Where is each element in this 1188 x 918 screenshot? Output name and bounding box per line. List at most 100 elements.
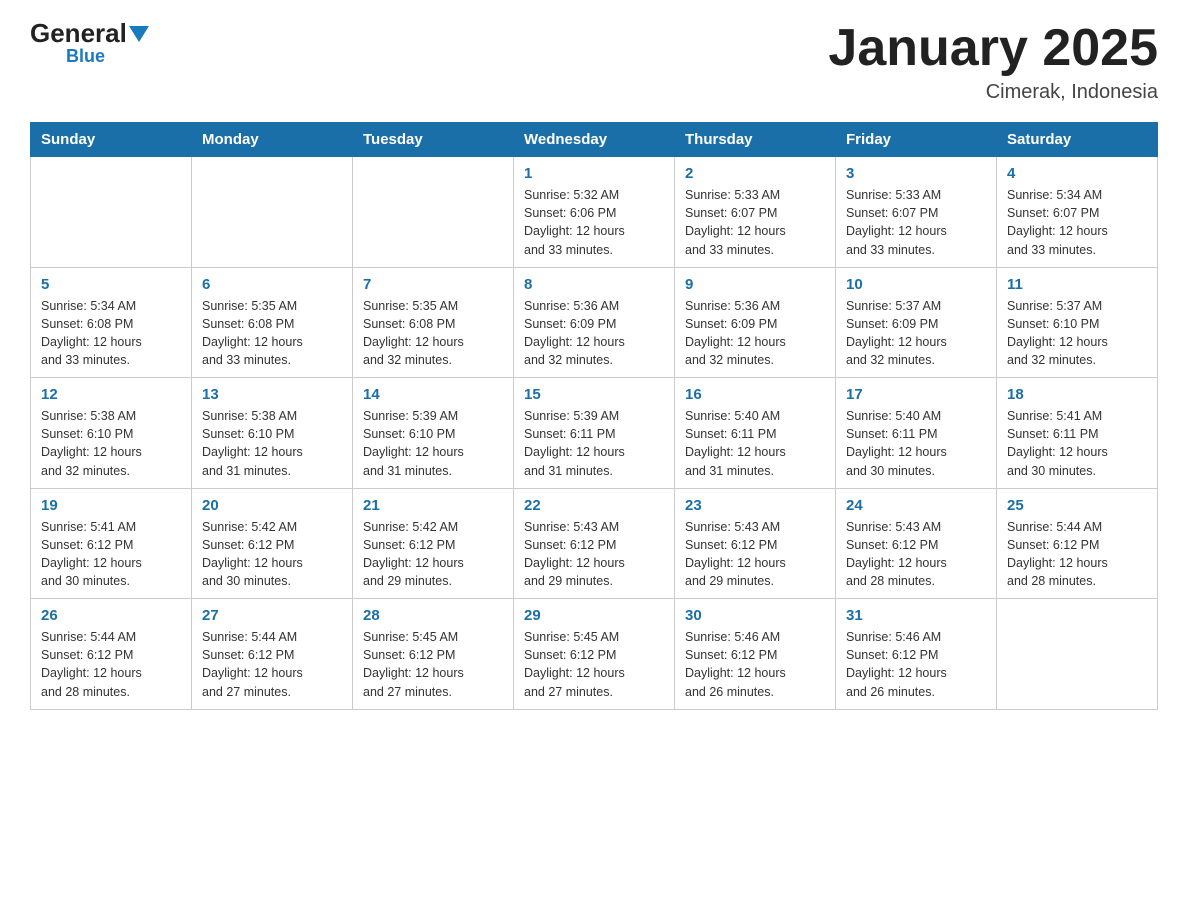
logo: General Blue xyxy=(30,20,149,67)
day-cell: 24 Sunrise: 5:43 AM Sunset: 6:12 PM Dayli… xyxy=(836,488,997,599)
day-number: 10 xyxy=(846,276,986,293)
title-block: January 2025 Cimerak, Indonesia xyxy=(828,20,1158,104)
day-number: 7 xyxy=(363,276,503,293)
day-cell xyxy=(31,157,192,268)
day-info: Sunrise: 5:32 AM Sunset: 6:06 PM Dayligh… xyxy=(524,186,664,259)
day-info: Sunrise: 5:35 AM Sunset: 6:08 PM Dayligh… xyxy=(363,297,503,370)
day-cell: 4Sunrise: 5:34 AM Sunset: 6:07 PM Daylig… xyxy=(997,157,1158,268)
day-info: Sunrise: 5:43 AM Sunset: 6:12 PM Dayligh… xyxy=(524,518,664,591)
day-cell xyxy=(192,157,353,268)
day-info: Sunrise: 5:41 AM Sunset: 6:12 PM Dayligh… xyxy=(41,518,181,591)
day-cell: 29 Sunrise: 5:45 AM Sunset: 6:12 PM Dayli… xyxy=(514,599,675,710)
day-number: 12 xyxy=(41,386,181,403)
day-number: 6 xyxy=(202,276,342,293)
day-info: Sunrise: 5:40 AM Sunset: 6:11 PM Dayligh… xyxy=(846,407,986,480)
week-row-4: 19 Sunrise: 5:41 AM Sunset: 6:12 PM Dayli… xyxy=(31,488,1158,599)
day-number: 20 xyxy=(202,497,342,514)
day-info: Sunrise: 5:43 AM Sunset: 6:12 PM Dayligh… xyxy=(685,518,825,591)
day-info: Sunrise: 5:33 AM Sunset: 6:07 PM Dayligh… xyxy=(685,186,825,259)
day-cell: 26Sunrise: 5:44 AM Sunset: 6:12 PM Dayli… xyxy=(31,599,192,710)
day-number: 31 xyxy=(846,607,986,624)
day-cell: 20 Sunrise: 5:42 AM Sunset: 6:12 PM Dayli… xyxy=(192,488,353,599)
day-info: Sunrise: 5:37 AM Sunset: 6:10 PM Dayligh… xyxy=(1007,297,1147,370)
day-info: Sunrise: 5:35 AM Sunset: 6:08 PM Dayligh… xyxy=(202,297,342,370)
day-number: 23 xyxy=(685,497,825,514)
day-number: 30 xyxy=(685,607,825,624)
day-info: Sunrise: 5:44 AM Sunset: 6:12 PM Dayligh… xyxy=(202,628,342,701)
day-number: 19 xyxy=(41,497,181,514)
day-number: 13 xyxy=(202,386,342,403)
day-cell: 27Sunrise: 5:44 AM Sunset: 6:12 PM Dayli… xyxy=(192,599,353,710)
day-cell: 23 Sunrise: 5:43 AM Sunset: 6:12 PM Dayli… xyxy=(675,488,836,599)
logo-blue-text: Blue xyxy=(66,46,105,67)
logo-triangle-icon xyxy=(129,26,149,42)
day-cell: 14Sunrise: 5:39 AM Sunset: 6:10 PM Dayli… xyxy=(353,378,514,489)
day-cell: 1 Sunrise: 5:32 AM Sunset: 6:06 PM Daylig… xyxy=(514,157,675,268)
day-cell: 21Sunrise: 5:42 AM Sunset: 6:12 PM Dayli… xyxy=(353,488,514,599)
day-info: Sunrise: 5:39 AM Sunset: 6:10 PM Dayligh… xyxy=(363,407,503,480)
calendar-table: SundayMondayTuesdayWednesdayThursdayFrid… xyxy=(30,122,1158,710)
week-row-2: 5 Sunrise: 5:34 AM Sunset: 6:08 PM Daylig… xyxy=(31,267,1158,378)
day-cell: 15 Sunrise: 5:39 AM Sunset: 6:11 PM Dayli… xyxy=(514,378,675,489)
day-info: Sunrise: 5:42 AM Sunset: 6:12 PM Dayligh… xyxy=(202,518,342,591)
day-info: Sunrise: 5:36 AM Sunset: 6:09 PM Dayligh… xyxy=(524,297,664,370)
location: Cimerak, Indonesia xyxy=(828,81,1158,104)
header-saturday: Saturday xyxy=(997,123,1158,157)
day-cell: 13Sunrise: 5:38 AM Sunset: 6:10 PM Dayli… xyxy=(192,378,353,489)
day-number: 3 xyxy=(846,165,986,182)
day-info: Sunrise: 5:45 AM Sunset: 6:12 PM Dayligh… xyxy=(363,628,503,701)
month-title: January 2025 xyxy=(828,20,1158,77)
day-cell: 2 Sunrise: 5:33 AM Sunset: 6:07 PM Daylig… xyxy=(675,157,836,268)
day-info: Sunrise: 5:45 AM Sunset: 6:12 PM Dayligh… xyxy=(524,628,664,701)
week-row-1: 1 Sunrise: 5:32 AM Sunset: 6:06 PM Daylig… xyxy=(31,157,1158,268)
day-number: 8 xyxy=(524,276,664,293)
day-cell: 7 Sunrise: 5:35 AM Sunset: 6:08 PM Daylig… xyxy=(353,267,514,378)
day-cell: 16Sunrise: 5:40 AM Sunset: 6:11 PM Dayli… xyxy=(675,378,836,489)
week-row-3: 12 Sunrise: 5:38 AM Sunset: 6:10 PM Dayli… xyxy=(31,378,1158,489)
day-number: 18 xyxy=(1007,386,1147,403)
day-cell: 18 Sunrise: 5:41 AM Sunset: 6:11 PM Dayli… xyxy=(997,378,1158,489)
day-info: Sunrise: 5:43 AM Sunset: 6:12 PM Dayligh… xyxy=(846,518,986,591)
day-cell: 8 Sunrise: 5:36 AM Sunset: 6:09 PM Daylig… xyxy=(514,267,675,378)
day-info: Sunrise: 5:41 AM Sunset: 6:11 PM Dayligh… xyxy=(1007,407,1147,480)
day-number: 25 xyxy=(1007,497,1147,514)
day-number: 2 xyxy=(685,165,825,182)
day-number: 15 xyxy=(524,386,664,403)
day-cell: 10 Sunrise: 5:37 AM Sunset: 6:09 PM Dayli… xyxy=(836,267,997,378)
day-info: Sunrise: 5:37 AM Sunset: 6:09 PM Dayligh… xyxy=(846,297,986,370)
day-number: 24 xyxy=(846,497,986,514)
day-cell: 5 Sunrise: 5:34 AM Sunset: 6:08 PM Daylig… xyxy=(31,267,192,378)
day-number: 17 xyxy=(846,386,986,403)
day-number: 29 xyxy=(524,607,664,624)
header-thursday: Thursday xyxy=(675,123,836,157)
day-cell xyxy=(353,157,514,268)
day-info: Sunrise: 5:34 AM Sunset: 6:08 PM Dayligh… xyxy=(41,297,181,370)
day-info: Sunrise: 5:42 AM Sunset: 6:12 PM Dayligh… xyxy=(363,518,503,591)
header-tuesday: Tuesday xyxy=(353,123,514,157)
day-cell: 19 Sunrise: 5:41 AM Sunset: 6:12 PM Dayli… xyxy=(31,488,192,599)
day-info: Sunrise: 5:46 AM Sunset: 6:12 PM Dayligh… xyxy=(685,628,825,701)
day-cell: 3 Sunrise: 5:33 AM Sunset: 6:07 PM Daylig… xyxy=(836,157,997,268)
logo-general: General xyxy=(30,20,127,46)
day-number: 1 xyxy=(524,165,664,182)
day-info: Sunrise: 5:34 AM Sunset: 6:07 PM Dayligh… xyxy=(1007,186,1147,259)
header-monday: Monday xyxy=(192,123,353,157)
day-cell: 22Sunrise: 5:43 AM Sunset: 6:12 PM Dayli… xyxy=(514,488,675,599)
day-number: 5 xyxy=(41,276,181,293)
day-info: Sunrise: 5:39 AM Sunset: 6:11 PM Dayligh… xyxy=(524,407,664,480)
day-cell xyxy=(997,599,1158,710)
header-row: SundayMondayTuesdayWednesdayThursdayFrid… xyxy=(31,123,1158,157)
day-info: Sunrise: 5:44 AM Sunset: 6:12 PM Dayligh… xyxy=(41,628,181,701)
day-info: Sunrise: 5:33 AM Sunset: 6:07 PM Dayligh… xyxy=(846,186,986,259)
day-cell: 28Sunrise: 5:45 AM Sunset: 6:12 PM Dayli… xyxy=(353,599,514,710)
day-cell: 31 Sunrise: 5:46 AM Sunset: 6:12 PM Dayli… xyxy=(836,599,997,710)
day-info: Sunrise: 5:46 AM Sunset: 6:12 PM Dayligh… xyxy=(846,628,986,701)
day-cell: 30 Sunrise: 5:46 AM Sunset: 6:12 PM Dayli… xyxy=(675,599,836,710)
day-info: Sunrise: 5:36 AM Sunset: 6:09 PM Dayligh… xyxy=(685,297,825,370)
day-cell: 12 Sunrise: 5:38 AM Sunset: 6:10 PM Dayli… xyxy=(31,378,192,489)
logo-text: General xyxy=(30,20,149,46)
day-cell: 9Sunrise: 5:36 AM Sunset: 6:09 PM Daylig… xyxy=(675,267,836,378)
header-friday: Friday xyxy=(836,123,997,157)
day-info: Sunrise: 5:38 AM Sunset: 6:10 PM Dayligh… xyxy=(41,407,181,480)
day-info: Sunrise: 5:40 AM Sunset: 6:11 PM Dayligh… xyxy=(685,407,825,480)
